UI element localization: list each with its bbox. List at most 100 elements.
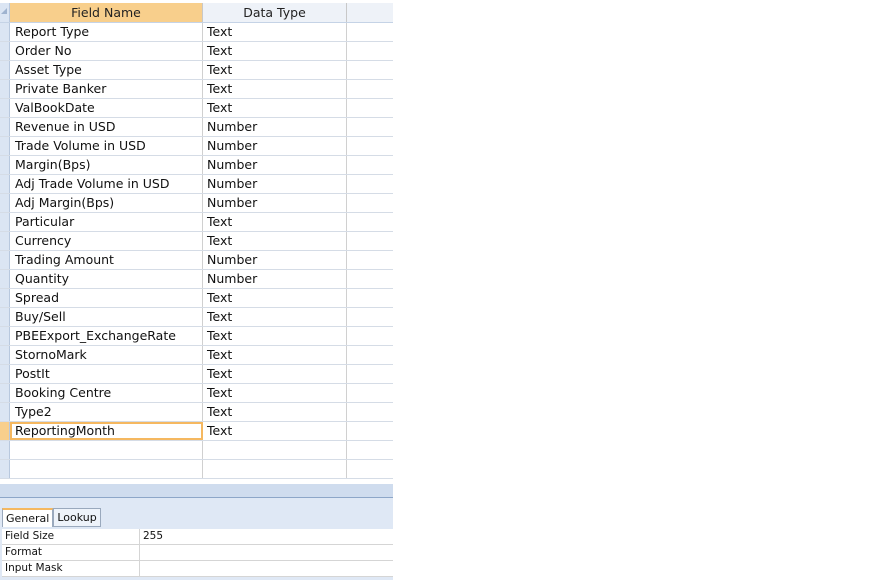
field-name-cell[interactable]: Booking Centre bbox=[10, 384, 203, 402]
data-type-cell[interactable]: Text bbox=[203, 289, 347, 307]
table-row[interactable]: Margin(Bps) Number bbox=[0, 156, 393, 175]
field-name-cell[interactable]: Asset Type bbox=[10, 61, 203, 79]
field-name-cell[interactable]: PBEExport_ExchangeRate bbox=[10, 327, 203, 345]
table-row[interactable]: Asset Type Text bbox=[0, 61, 393, 80]
table-row[interactable]: ReportingMonth Text bbox=[0, 422, 393, 441]
table-row[interactable]: Trading Amount Number bbox=[0, 251, 393, 270]
tab-general[interactable]: General bbox=[2, 508, 54, 527]
table-row[interactable]: Revenue in USD Number bbox=[0, 118, 393, 137]
field-name-cell[interactable] bbox=[10, 460, 203, 478]
data-type-cell[interactable]: Number bbox=[203, 175, 347, 193]
data-type-cell[interactable]: Text bbox=[203, 232, 347, 250]
table-row[interactable]: Quantity Number bbox=[0, 270, 393, 289]
description-cell[interactable] bbox=[347, 289, 393, 307]
description-cell[interactable] bbox=[347, 251, 393, 269]
row-selector[interactable] bbox=[0, 308, 10, 326]
data-type-cell[interactable]: Text bbox=[203, 23, 347, 41]
data-type-cell[interactable]: Text bbox=[203, 99, 347, 117]
row-selector[interactable] bbox=[0, 346, 10, 364]
row-selector[interactable] bbox=[0, 156, 10, 174]
row-selector[interactable] bbox=[0, 23, 10, 41]
field-name-cell[interactable]: StornoMark bbox=[10, 346, 203, 364]
table-row[interactable]: Booking Centre Text bbox=[0, 384, 393, 403]
table-row[interactable]: Private Banker Text bbox=[0, 80, 393, 99]
description-cell[interactable] bbox=[347, 23, 393, 41]
data-type-cell[interactable]: Text bbox=[203, 384, 347, 402]
field-name-cell[interactable]: Report Type bbox=[10, 23, 203, 41]
row-selector[interactable] bbox=[0, 42, 10, 60]
field-name-cell[interactable]: ReportingMonth bbox=[10, 422, 203, 440]
field-name-cell[interactable]: Order No bbox=[10, 42, 203, 60]
description-cell[interactable] bbox=[347, 137, 393, 155]
table-row[interactable] bbox=[0, 460, 393, 479]
description-cell[interactable] bbox=[347, 194, 393, 212]
row-selector[interactable] bbox=[0, 289, 10, 307]
row-selector[interactable] bbox=[0, 327, 10, 345]
row-selector[interactable] bbox=[0, 403, 10, 421]
data-type-cell[interactable]: Number bbox=[203, 156, 347, 174]
field-name-cell[interactable]: Private Banker bbox=[10, 80, 203, 98]
row-selector[interactable] bbox=[0, 460, 10, 478]
table-row[interactable]: Report Type Text bbox=[0, 23, 393, 42]
data-type-cell[interactable]: Text bbox=[203, 213, 347, 231]
row-selector[interactable] bbox=[0, 99, 10, 117]
field-name-cell[interactable]: Spread bbox=[10, 289, 203, 307]
header-description[interactable] bbox=[347, 3, 393, 22]
table-row[interactable]: PBEExport_ExchangeRate Text bbox=[0, 327, 393, 346]
data-type-cell[interactable] bbox=[203, 441, 347, 459]
description-cell[interactable] bbox=[347, 441, 393, 459]
field-name-cell[interactable]: Margin(Bps) bbox=[10, 156, 203, 174]
description-cell[interactable] bbox=[347, 175, 393, 193]
field-name-cell[interactable]: Adj Trade Volume in USD bbox=[10, 175, 203, 193]
row-selector[interactable] bbox=[0, 137, 10, 155]
row-selector[interactable] bbox=[0, 194, 10, 212]
row-selector[interactable] bbox=[0, 213, 10, 231]
data-type-cell[interactable] bbox=[203, 460, 347, 478]
table-row[interactable]: Currency Text bbox=[0, 232, 393, 251]
row-selector[interactable] bbox=[0, 422, 10, 440]
row-selector[interactable] bbox=[0, 270, 10, 288]
description-cell[interactable] bbox=[347, 365, 393, 383]
table-row[interactable]: StornoMark Text bbox=[0, 346, 393, 365]
property-value[interactable] bbox=[140, 545, 393, 560]
description-cell[interactable] bbox=[347, 403, 393, 421]
table-row[interactable]: Type2 Text bbox=[0, 403, 393, 422]
description-cell[interactable] bbox=[347, 270, 393, 288]
field-name-cell[interactable]: Trade Volume in USD bbox=[10, 137, 203, 155]
data-type-cell[interactable]: Number bbox=[203, 137, 347, 155]
description-cell[interactable] bbox=[347, 422, 393, 440]
field-name-cell[interactable]: Buy/Sell bbox=[10, 308, 203, 326]
table-row[interactable] bbox=[0, 441, 393, 460]
description-cell[interactable] bbox=[347, 346, 393, 364]
description-cell[interactable] bbox=[347, 99, 393, 117]
description-cell[interactable] bbox=[347, 232, 393, 250]
tab-lookup[interactable]: Lookup bbox=[53, 508, 101, 527]
header-data-type[interactable]: Data Type bbox=[203, 3, 347, 22]
data-type-cell[interactable]: Text bbox=[203, 42, 347, 60]
table-row[interactable]: Adj Margin(Bps) Number bbox=[0, 194, 393, 213]
field-name-cell[interactable]: Revenue in USD bbox=[10, 118, 203, 136]
description-cell[interactable] bbox=[347, 384, 393, 402]
field-name-cell[interactable]: Particular bbox=[10, 213, 203, 231]
row-selector[interactable] bbox=[0, 175, 10, 193]
field-name-cell[interactable]: PostIt bbox=[10, 365, 203, 383]
table-row[interactable]: Order No Text bbox=[0, 42, 393, 61]
pane-splitter[interactable] bbox=[0, 484, 393, 498]
data-type-cell[interactable]: Text bbox=[203, 61, 347, 79]
row-selector[interactable] bbox=[0, 61, 10, 79]
description-cell[interactable] bbox=[347, 460, 393, 478]
description-cell[interactable] bbox=[347, 156, 393, 174]
table-row[interactable]: Adj Trade Volume in USD Number bbox=[0, 175, 393, 194]
data-type-cell[interactable]: Text bbox=[203, 327, 347, 345]
description-cell[interactable] bbox=[347, 308, 393, 326]
row-selector[interactable] bbox=[0, 251, 10, 269]
table-row[interactable]: Buy/Sell Text bbox=[0, 308, 393, 327]
data-type-cell[interactable]: Number bbox=[203, 251, 347, 269]
description-cell[interactable] bbox=[347, 327, 393, 345]
data-type-cell[interactable]: Text bbox=[203, 346, 347, 364]
description-cell[interactable] bbox=[347, 61, 393, 79]
description-cell[interactable] bbox=[347, 118, 393, 136]
row-selector[interactable] bbox=[0, 365, 10, 383]
table-row[interactable]: Trade Volume in USD Number bbox=[0, 137, 393, 156]
data-type-cell[interactable]: Text bbox=[203, 308, 347, 326]
